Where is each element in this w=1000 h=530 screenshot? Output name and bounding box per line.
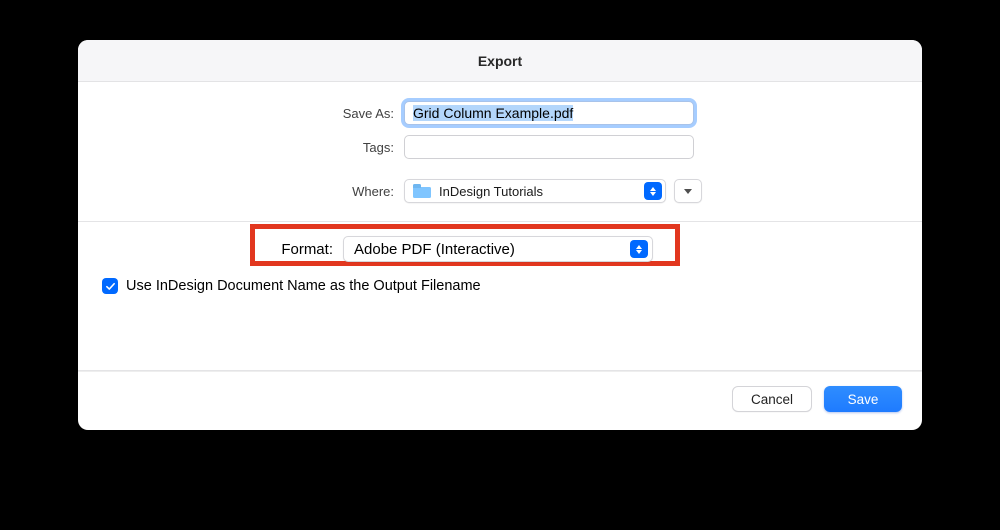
dialog-buttons: Cancel Save <box>78 371 922 430</box>
output-filename-checkbox-row: Use InDesign Document Name as the Output… <box>102 278 898 294</box>
updown-stepper-icon <box>630 240 648 258</box>
where-row: Where: InDesign Tutorials <box>102 179 898 203</box>
folder-icon <box>413 184 431 198</box>
expand-button[interactable] <box>674 179 702 203</box>
format-select[interactable]: Adobe PDF (Interactive) <box>343 236 653 262</box>
format-label: Format: <box>102 241 343 258</box>
updown-stepper-icon <box>644 182 662 200</box>
chevron-down-icon <box>684 189 692 194</box>
dialog-titlebar: Export <box>78 40 922 82</box>
save-as-input[interactable] <box>404 101 694 125</box>
tags-input[interactable] <box>404 135 694 159</box>
output-filename-checkbox[interactable] <box>102 278 118 294</box>
checkmark-icon <box>105 281 116 292</box>
file-options-section: Save As: Tags: Where: InDesign Tutorials <box>78 82 922 221</box>
format-checkbox-section: Format: Adobe PDF (Interactive) Use InDe… <box>78 222 922 310</box>
output-filename-checkbox-label: Use InDesign Document Name as the Output… <box>126 278 481 294</box>
tags-row: Tags: <box>102 135 898 159</box>
where-folder-name: InDesign Tutorials <box>439 184 661 199</box>
where-label: Where: <box>102 184 404 199</box>
cancel-button-label: Cancel <box>751 392 793 407</box>
save-as-row: Save As: <box>102 101 898 125</box>
format-value: Adobe PDF (Interactive) <box>354 241 646 258</box>
save-button[interactable]: Save <box>824 386 902 412</box>
export-dialog: Export Save As: Tags: Where: InDesign Tu… <box>78 40 922 430</box>
save-as-label: Save As: <box>102 106 404 121</box>
where-folder-select[interactable]: InDesign Tutorials <box>404 179 666 203</box>
cancel-button[interactable]: Cancel <box>732 386 812 412</box>
tags-label: Tags: <box>102 140 404 155</box>
format-row: Format: Adobe PDF (Interactive) <box>102 236 898 262</box>
save-button-label: Save <box>848 392 879 407</box>
dialog-title: Export <box>478 53 522 69</box>
